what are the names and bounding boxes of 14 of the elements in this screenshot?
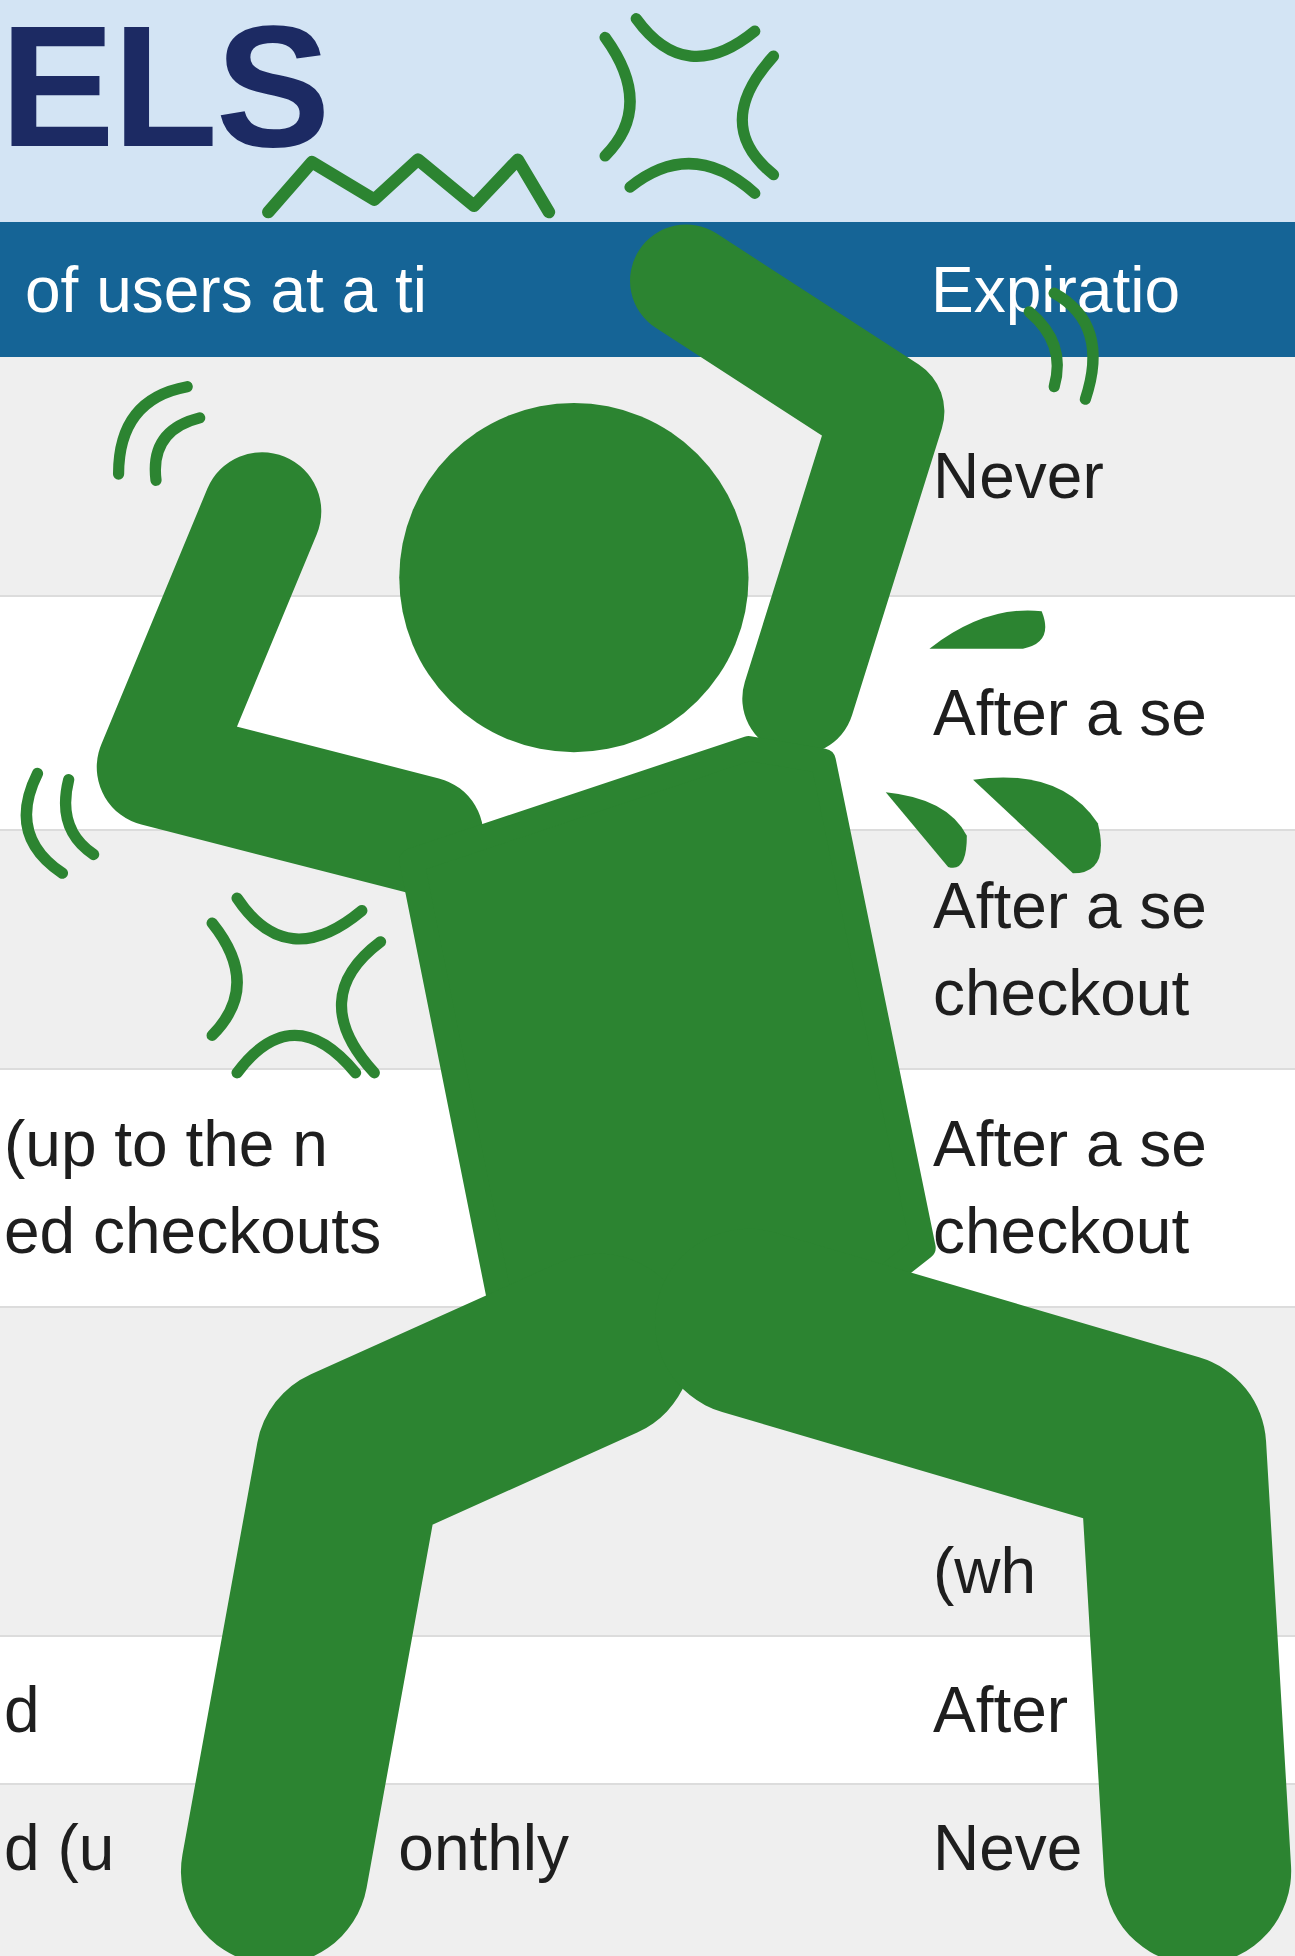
table-cell-text: d [3, 1672, 41, 1748]
table-cell-text: Neve [932, 1811, 1084, 1886]
column-header: Expiratio [930, 252, 1181, 327]
table-cell-text: onthly [397, 1811, 570, 1886]
table-cell-text: After a se [932, 675, 1208, 751]
table-cell-text: After a se checkout [932, 868, 1208, 1031]
table-cell-text: (up to the n ed checkouts [3, 1107, 383, 1269]
table-cell-text: After [932, 1672, 1070, 1748]
column-header: of users at a ti [24, 252, 428, 327]
page-title: ELS [0, 0, 329, 172]
table-cell-text: d (u [3, 1811, 115, 1886]
table-cell-text: After a se checkout [932, 1107, 1208, 1269]
table-cell-text: Never [932, 438, 1105, 514]
table-cell-text: (wh [932, 1534, 1038, 1609]
